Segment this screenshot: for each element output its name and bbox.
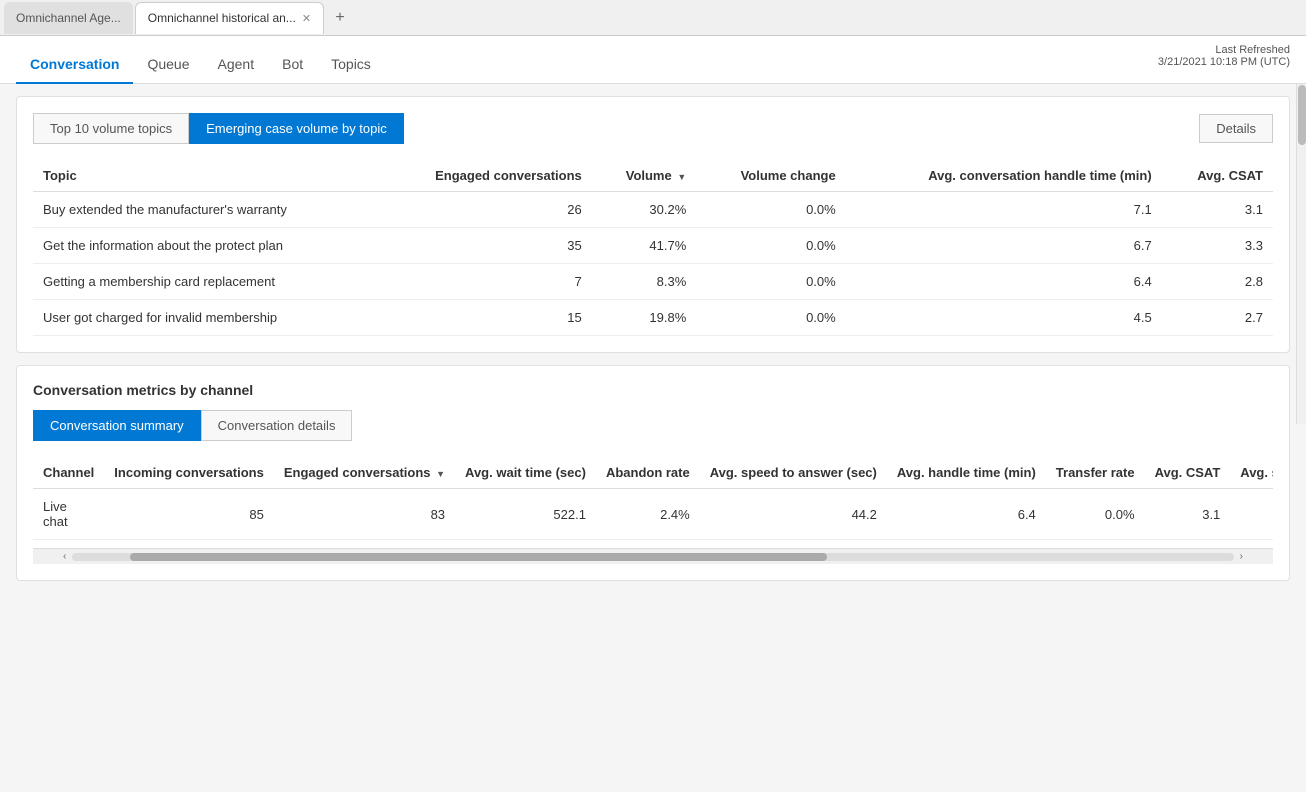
cell-avg-csat: 3.1 — [1162, 192, 1273, 228]
cell-engaged: 83 — [274, 489, 455, 540]
cell-avg-handle: 7.1 — [846, 192, 1162, 228]
scroll-track — [72, 553, 1233, 561]
tab-add-button[interactable]: + — [326, 4, 354, 32]
col-avg-speed: Avg. speed to answer (sec) — [700, 457, 887, 489]
col-avg-csat-m: Avg. CSAT — [1145, 457, 1231, 489]
col-abandon: Abandon rate — [596, 457, 700, 489]
cell-incoming: 85 — [104, 489, 274, 540]
table-row: Get the information about the protect pl… — [33, 228, 1273, 264]
col-avg-survey: Avg. survey se — [1230, 457, 1273, 489]
col-engaged-conv: Engaged conversations — [375, 160, 591, 192]
details-button[interactable]: Details — [1199, 114, 1273, 143]
main-content: Top 10 volume topics Emerging case volum… — [0, 84, 1306, 792]
col-engaged[interactable]: Engaged conversations ▼ — [274, 457, 455, 489]
tab-emerging-case[interactable]: Emerging case volume by topic — [189, 113, 404, 144]
cell-avg-speed: 44.2 — [700, 489, 887, 540]
metrics-section-title: Conversation metrics by channel — [33, 382, 1273, 398]
metrics-card: Conversation metrics by channel Conversa… — [16, 365, 1290, 581]
col-avg-wait: Avg. wait time (sec) — [455, 457, 596, 489]
scroll-left-arrow[interactable]: ‹ — [57, 551, 72, 562]
cell-engaged: 35 — [375, 228, 591, 264]
navbar: Conversation Queue Agent Bot Topics Last… — [0, 36, 1306, 84]
tab-close-icon[interactable]: ✕ — [302, 12, 311, 25]
col-avg-csat: Avg. CSAT — [1162, 160, 1273, 192]
col-incoming: Incoming conversations — [104, 457, 274, 489]
cell-topic: Buy extended the manufacturer's warranty — [33, 192, 375, 228]
table-row: Buy extended the manufacturer's warranty… — [33, 192, 1273, 228]
tab-conversation-details[interactable]: Conversation details — [201, 410, 353, 441]
cell-avg-handle: 6.4 — [887, 489, 1046, 540]
cell-vol-change: 0.0% — [696, 228, 845, 264]
cell-volume: 41.7% — [592, 228, 697, 264]
topics-table: Topic Engaged conversations Volume ▼ Vol… — [33, 160, 1273, 336]
metrics-table-scroll[interactable]: Channel Incoming conversations Engaged c… — [33, 457, 1273, 540]
col-avg-handle-m: Avg. handle time (min) — [887, 457, 1046, 489]
last-refreshed-value: 3/21/2021 10:18 PM (UTC) — [1158, 56, 1290, 68]
cell-avg-csat: 2.8 — [1162, 264, 1273, 300]
cell-engaged: 15 — [375, 300, 591, 336]
topic-tabs: Top 10 volume topics Emerging case volum… — [33, 113, 1273, 144]
cell-topic: User got charged for invalid membership — [33, 300, 375, 336]
browser-tab-bar: Omnichannel Age... Omnichannel historica… — [0, 0, 1306, 36]
cell-vol-change: 0.0% — [696, 192, 845, 228]
cell-topic: Get the information about the protect pl… — [33, 228, 375, 264]
scroll-thumb — [130, 553, 827, 561]
nav-item-queue[interactable]: Queue — [133, 44, 203, 84]
sort-icon-engaged: ▼ — [436, 469, 445, 479]
topics-card: Top 10 volume topics Emerging case volum… — [16, 96, 1290, 353]
col-topic: Topic — [33, 160, 375, 192]
nav-item-conversation[interactable]: Conversation — [16, 44, 133, 84]
cell-avg-handle: 6.7 — [846, 228, 1162, 264]
col-volume-change: Volume change — [696, 160, 845, 192]
nav-item-bot[interactable]: Bot — [268, 44, 317, 84]
col-volume[interactable]: Volume ▼ — [592, 160, 697, 192]
nav-item-topics[interactable]: Topics — [317, 44, 385, 84]
cell-volume: 19.8% — [592, 300, 697, 336]
cell-avg-csat: 3.1 — [1145, 489, 1231, 540]
table-row: User got charged for invalid membership … — [33, 300, 1273, 336]
cell-abandon: 2.4% — [596, 489, 700, 540]
col-channel: Channel — [33, 457, 104, 489]
right-scrollbar[interactable] — [1296, 84, 1306, 424]
tab-conversation-summary[interactable]: Conversation summary — [33, 410, 201, 441]
cell-volume: 30.2% — [592, 192, 697, 228]
cell-avg-csat: 3.3 — [1162, 228, 1273, 264]
cell-vol-change: 0.0% — [696, 300, 845, 336]
table-row: Live chat 85 83 522.1 2.4% 44.2 6.4 0.0%… — [33, 489, 1273, 540]
last-refreshed-label: Last Refreshed — [1158, 44, 1290, 56]
tab-omnichannel-age[interactable]: Omnichannel Age... — [4, 2, 133, 34]
col-avg-handle: Avg. conversation handle time (min) — [846, 160, 1162, 192]
summary-tabs: Conversation summary Conversation detail… — [33, 410, 1273, 441]
right-scroll-thumb — [1298, 85, 1306, 145]
cell-avg-csat: 2.7 — [1162, 300, 1273, 336]
tab-top10-volume[interactable]: Top 10 volume topics — [33, 113, 189, 144]
last-refreshed: Last Refreshed 3/21/2021 10:18 PM (UTC) — [1158, 44, 1290, 68]
cell-engaged: 7 — [375, 264, 591, 300]
cell-avg-wait: 522.1 — [455, 489, 596, 540]
horizontal-scrollbar[interactable]: ‹ › — [33, 548, 1273, 564]
scroll-right-arrow[interactable]: › — [1234, 551, 1249, 562]
sort-icon-volume: ▼ — [677, 172, 686, 182]
metrics-table: Channel Incoming conversations Engaged c… — [33, 457, 1273, 540]
cell-volume: 8.3% — [592, 264, 697, 300]
cell-avg-handle: 4.5 — [846, 300, 1162, 336]
nav-item-agent[interactable]: Agent — [204, 44, 269, 84]
cell-transfer: 0.0% — [1046, 489, 1145, 540]
col-transfer: Transfer rate — [1046, 457, 1145, 489]
cell-engaged: 26 — [375, 192, 591, 228]
table-row: Getting a membership card replacement 7 … — [33, 264, 1273, 300]
tab-label-active: Omnichannel historical an... — [148, 11, 296, 25]
tab-label: Omnichannel Age... — [16, 11, 121, 25]
cell-topic: Getting a membership card replacement — [33, 264, 375, 300]
tab-omnichannel-historical[interactable]: Omnichannel historical an... ✕ — [135, 2, 324, 34]
cell-avg-survey — [1230, 489, 1273, 540]
cell-vol-change: 0.0% — [696, 264, 845, 300]
cell-channel: Live chat — [33, 489, 104, 540]
cell-avg-handle: 6.4 — [846, 264, 1162, 300]
